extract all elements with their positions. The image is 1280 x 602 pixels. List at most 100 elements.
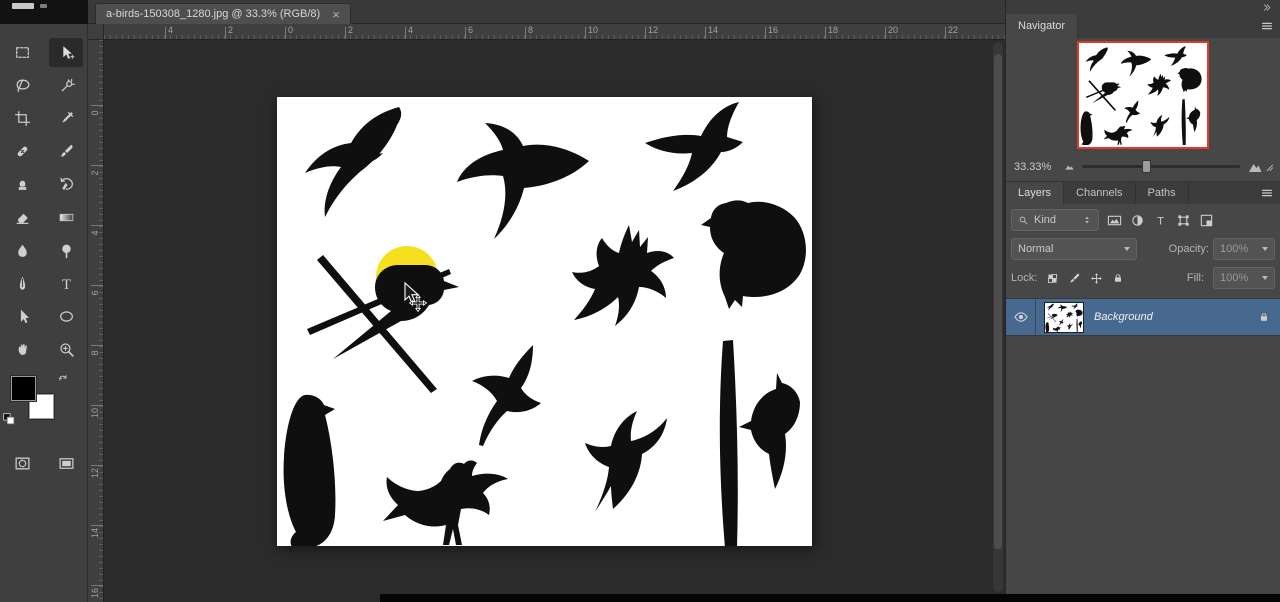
ruler-tick (345, 27, 346, 39)
ruler-label: 6 (468, 25, 474, 35)
layer-thumbnail[interactable] (1044, 301, 1084, 333)
layer-filter-row: Kind T (1011, 209, 1275, 231)
tab-channels[interactable]: Channels (1064, 182, 1136, 204)
dropdown-arrow-icon (1124, 247, 1130, 251)
tool-ellipse-shape[interactable] (49, 302, 83, 331)
ruler-tick (585, 27, 586, 39)
zoom-out-icon[interactable] (1064, 161, 1075, 172)
move-icon (58, 44, 75, 61)
tab-navigator[interactable]: Navigator (1006, 14, 1079, 38)
blend-mode-value: Normal (1018, 243, 1054, 255)
tool-dodge[interactable] (49, 236, 83, 265)
visibility-toggle[interactable] (1006, 299, 1036, 335)
tool-crop[interactable] (5, 104, 39, 133)
navigator-menu-icon[interactable] (1260, 19, 1274, 33)
navigator-zoom-field[interactable]: 33.33% (1014, 161, 1064, 173)
navigator-proxy-view[interactable] (1077, 41, 1209, 149)
ruler-label: 18 (828, 25, 839, 35)
tool-grid: T (0, 36, 88, 366)
document-tab-bar: a-birds-150308_1280.jpg @ 33.3% (RGB/8) … (88, 0, 1005, 24)
navigator-panel (1006, 38, 1280, 152)
tool-move[interactable] (49, 38, 83, 67)
kind-filter-dropdown[interactable]: Kind (1011, 209, 1099, 231)
document-tab-title: a-birds-150308_1280.jpg @ 33.3% (RGB/8) (106, 8, 321, 20)
ruler-origin-corner[interactable] (88, 24, 104, 40)
ruler-label: 16 (90, 588, 100, 599)
ruler-tick (645, 27, 646, 39)
tool-eraser[interactable] (5, 203, 39, 232)
lock-transparency-icon[interactable] (1046, 272, 1059, 285)
panel-resize-grip[interactable] (1263, 161, 1274, 172)
zoom-icon (58, 341, 75, 358)
tool-path-selection[interactable] (5, 302, 39, 331)
filter-adjustment-layers-icon[interactable] (1130, 213, 1145, 228)
eye-icon (1013, 309, 1029, 325)
brush-icon (58, 143, 75, 160)
quick-selection-icon (58, 77, 75, 94)
lock-all-icon[interactable] (1112, 272, 1124, 284)
layers-menu-icon[interactable] (1260, 186, 1274, 200)
blend-mode-dropdown[interactable]: Normal (1011, 238, 1137, 260)
tool-hand[interactable] (5, 335, 39, 364)
tool-quick-selection[interactable] (49, 71, 83, 100)
filter-smart-object-icon[interactable] (1199, 213, 1214, 228)
document-tab[interactable]: a-birds-150308_1280.jpg @ 33.3% (RGB/8) … (95, 3, 351, 24)
tool-pen[interactable] (5, 269, 39, 298)
dodge-icon (58, 242, 75, 259)
layer-name: Background (1094, 311, 1153, 323)
filter-type-layers-icon[interactable]: T (1153, 213, 1168, 228)
tool-zoom[interactable] (49, 335, 83, 364)
ruler-label: 6 (90, 290, 100, 296)
ruler-tick (705, 27, 706, 39)
lock-pixels-icon[interactable] (1068, 272, 1081, 285)
ruler-label: 12 (90, 468, 100, 479)
tool-clone-stamp[interactable] (5, 170, 39, 199)
dropdown-arrow-icon (1262, 276, 1268, 280)
tool-quick-mask[interactable] (5, 450, 39, 476)
opacity-dropdown[interactable]: 100% (1213, 238, 1275, 260)
zoom-slider-track[interactable] (1082, 160, 1240, 173)
zoom-in-icon[interactable] (1247, 159, 1263, 175)
tool-history-brush[interactable] (49, 170, 83, 199)
healing-brush-icon (14, 143, 31, 160)
lock-row: Lock: Fill: 100% (1011, 267, 1275, 289)
tab-paths[interactable]: Paths (1135, 182, 1189, 204)
ruler-tick (525, 27, 526, 39)
ruler-tick (945, 27, 946, 39)
ruler-label: 12 (648, 25, 659, 35)
zoom-slider-thumb[interactable] (1142, 160, 1152, 173)
document-canvas[interactable] (277, 97, 812, 546)
vertical-scrollbar-thumb[interactable] (994, 54, 1002, 549)
tool-blur[interactable] (5, 236, 39, 265)
filter-pixel-layers-icon[interactable] (1107, 213, 1122, 228)
tool-eyedropper[interactable] (49, 104, 83, 133)
letterbox-bar (380, 594, 1280, 602)
lock-position-icon[interactable] (1090, 272, 1103, 285)
collapse-panels-icon[interactable] (1261, 2, 1272, 13)
swap-colors-icon[interactable] (57, 373, 69, 385)
eraser-icon (14, 209, 31, 226)
tool-rectangular-marquee[interactable] (5, 38, 39, 67)
tool-healing-brush[interactable] (5, 137, 39, 166)
ruler-label: 14 (90, 528, 100, 539)
foreground-color-swatch[interactable] (11, 376, 36, 401)
ruler-label: 10 (90, 408, 100, 419)
fill-dropdown[interactable]: 100% (1213, 267, 1275, 289)
screen-mode-icon (58, 455, 75, 472)
tool-gradient[interactable] (49, 203, 83, 232)
horizontal-ruler: 4 2 0 2 4 6 8 10 12 14 16 18 20 22 (104, 24, 1005, 40)
tab-layers[interactable]: Layers (1006, 182, 1065, 204)
navigator-tab-bar: Navigator (1006, 14, 1280, 38)
tool-lasso[interactable] (5, 71, 39, 100)
filter-shape-layers-icon[interactable] (1176, 213, 1191, 228)
blend-row: Normal Opacity: 100% (1011, 238, 1275, 260)
layer-row-background[interactable]: Background (1006, 299, 1280, 336)
canvas-area: 4 2 0 2 4 6 8 10 12 14 16 18 20 22 0 2 4 6 8 10 12 14 16 (88, 24, 1005, 602)
tool-type[interactable]: T (49, 269, 83, 298)
vertical-scrollbar[interactable] (993, 42, 1003, 592)
tool-brush[interactable] (49, 137, 83, 166)
tool-screen-mode[interactable] (49, 450, 83, 476)
blur-icon (14, 242, 31, 259)
default-colors-icon[interactable] (2, 412, 15, 425)
tab-close-button[interactable]: × (332, 8, 340, 21)
